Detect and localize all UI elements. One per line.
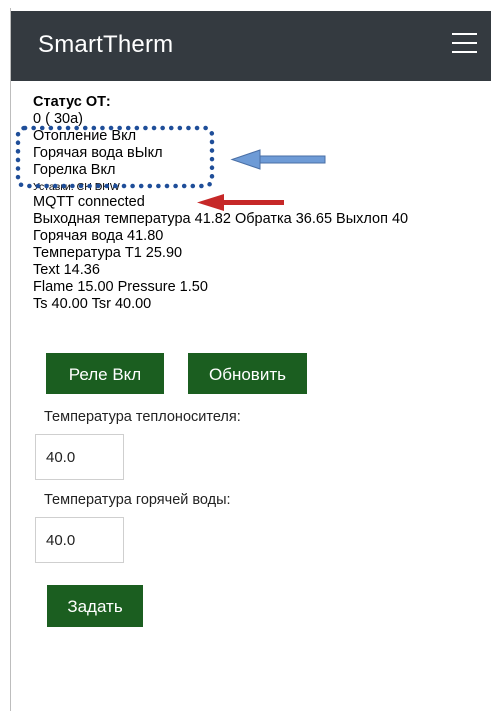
hot-water-status: Горячая вода вЫкл (33, 145, 163, 161)
text-value: Text 14.36 (33, 262, 100, 278)
coolant-temperature-label: Температура теплоносителя: (44, 409, 241, 425)
status-heading: Статус ОТ: (33, 94, 111, 110)
coolant-temperature-input[interactable] (35, 434, 124, 480)
dhw-temperature: Горячая вода 41.80 (33, 228, 164, 244)
set-button[interactable]: Задать (47, 585, 143, 627)
status-code: 0 ( 30a) (33, 111, 83, 127)
dhw-temperature-label: Температура горячей воды: (44, 492, 231, 508)
dhw-temperature-input[interactable] (35, 517, 124, 563)
burner-status: Горелка Вкл (33, 162, 116, 178)
heating-status: Отопление Вкл (33, 128, 137, 144)
flame-pressure: Flame 15.00 Pressure 1.50 (33, 279, 208, 295)
refresh-button[interactable]: Обновить (188, 353, 307, 394)
hamburger-icon[interactable] (452, 33, 477, 53)
brand-title[interactable]: SmartTherm (38, 31, 173, 59)
mqtt-status: MQTT connected (33, 194, 145, 210)
relay-button[interactable]: Реле Вкл (46, 353, 164, 394)
temperatures-line: Выходная температура 41.82 Обратка 36.65… (33, 211, 409, 227)
t1-temperature: Температура T1 25.90 (33, 245, 183, 261)
navbar: SmartTherm (11, 11, 491, 81)
ts-tsr: Ts 40.00 Tsr 40.00 (33, 296, 152, 312)
setpoints-label: Уставки: CH DHW (33, 181, 120, 193)
